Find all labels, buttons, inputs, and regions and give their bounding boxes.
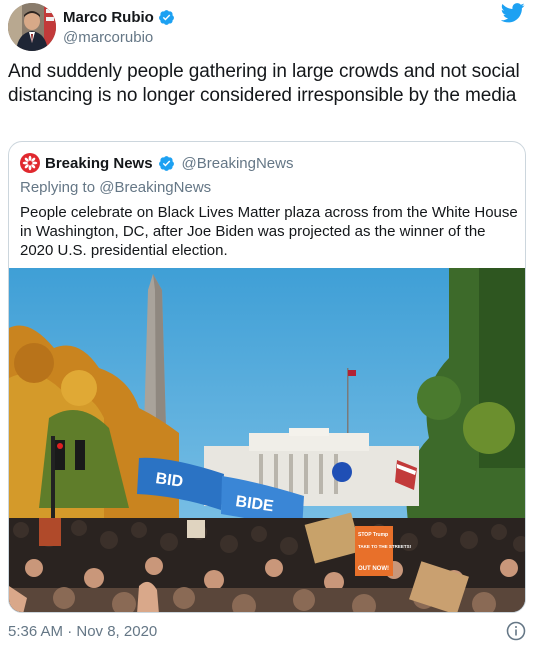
author-handle[interactable]: @marcorubio [63,29,175,46]
quoted-tweet-photo[interactable]: BID BIDE STOP Trump TAKE TO THE STREETS!… [9,268,525,612]
sign-text-1: STOP Trump [358,532,388,538]
sign-text-3: OUT NOW! [358,566,389,572]
breaking-news-logo [20,153,40,173]
replying-to-line[interactable]: Replying to @BreakingNews [20,179,211,196]
twitter-bird-icon[interactable] [501,3,525,23]
sign-text-2: TAKE TO THE STREETS! [358,544,412,549]
avatar[interactable] [8,3,56,51]
quoted-tweet-header: Breaking News @BreakingNews [20,152,293,174]
verified-badge-icon [158,9,174,25]
quoted-display-name[interactable]: Breaking News [45,155,153,172]
quoted-tweet-card[interactable]: Breaking News @BreakingNews Replying to … [8,141,526,613]
tweet-header: Marco Rubio @marcorubio [8,3,525,51]
crowd-photo: BID BIDE STOP Trump TAKE TO THE STREETS!… [9,268,525,612]
verified-badge-icon [158,155,174,171]
quoted-tweet-text: People celebrate on Black Lives Matter p… [20,204,518,259]
author-info: Marco Rubio @marcorubio [63,7,175,46]
avatar-image [8,3,56,51]
tweet-timestamp[interactable]: 5:36 AM · Nov 8, 2020 [8,623,157,640]
quoted-handle[interactable]: @BreakingNews [182,155,294,172]
tweet-text: And suddenly people gathering in large c… [8,61,520,106]
info-icon[interactable] [505,620,527,642]
author-display-name[interactable]: Marco Rubio [63,9,154,26]
